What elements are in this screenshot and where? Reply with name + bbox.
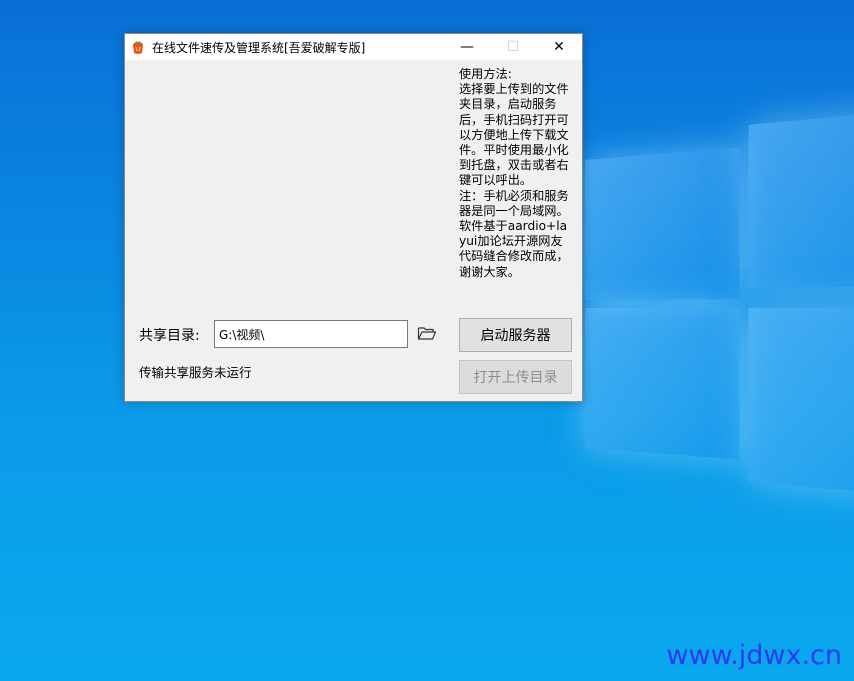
folder-open-icon <box>417 325 437 345</box>
logo-pane <box>585 307 740 460</box>
logo-pane <box>748 307 854 499</box>
title-bar[interactable]: 在线文件速传及管理系统[吾爱破解专版] — ☐ ✕ <box>125 34 582 60</box>
open-upload-dir-button: 打开上传目录 <box>459 360 572 394</box>
browse-folder-button[interactable] <box>415 324 439 346</box>
start-server-button[interactable]: 启动服务器 <box>459 318 572 352</box>
maximize-button: ☐ <box>506 39 520 55</box>
close-button[interactable]: ✕ <box>536 34 582 60</box>
windows-logo-wallpaper <box>585 106 854 508</box>
minimize-button[interactable]: — <box>444 34 490 60</box>
service-status: 传输共享服务未运行 <box>139 365 252 380</box>
usage-instructions: 使用方法: 选择要上传到的文件夹目录，启动服务后，手机扫码打开可以方便地上传下载… <box>459 67 569 279</box>
app-window: 在线文件速传及管理系统[吾爱破解专版] — ☐ ✕ 使用方法: 选择要上传到的文… <box>124 33 583 402</box>
logo-pane <box>585 147 740 300</box>
share-directory-label: 共享目录: <box>139 328 200 344</box>
app-logo-icon <box>130 39 146 55</box>
site-watermark: www.jdwx.cn <box>666 640 842 671</box>
share-directory-input[interactable] <box>214 320 408 348</box>
window-controls: — ☐ ✕ <box>444 34 582 60</box>
window-title: 在线文件速传及管理系统[吾爱破解专版] <box>152 40 366 55</box>
logo-pane <box>748 106 854 289</box>
